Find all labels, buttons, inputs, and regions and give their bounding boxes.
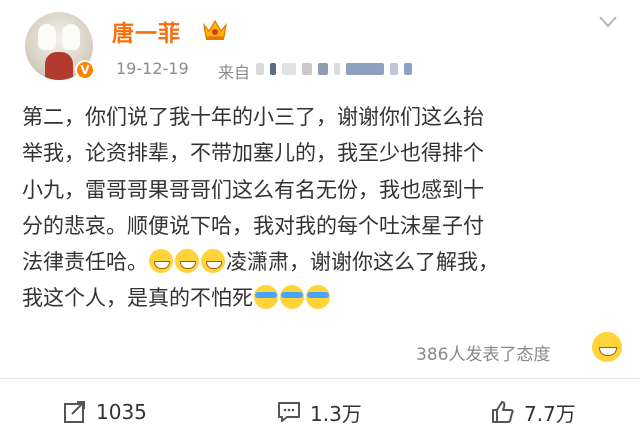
thumbs-up-icon [492, 401, 514, 423]
chevron-down-icon[interactable] [598, 14, 618, 30]
post-timestamp: 19-12-19 [116, 59, 189, 78]
post-source-label: 来自 [218, 63, 251, 82]
like-count: 7.7万 [524, 401, 576, 426]
grin-emoji-icon [175, 249, 199, 274]
username[interactable]: 唐一菲 [112, 16, 181, 48]
avatar-person [45, 52, 73, 80]
reaction-emoji-icon[interactable] [592, 332, 622, 362]
repost-count: 1035 [96, 400, 147, 424]
post-line: 凌潇肃，谢谢你这么了解我， [226, 250, 499, 275]
post-line: 我这个人，是真的不怕死 [22, 286, 253, 311]
avatar-dog [38, 24, 56, 50]
crown-icon [203, 19, 227, 40]
divider [0, 378, 640, 379]
blurred-source [256, 63, 412, 75]
grin-emoji-icon [201, 249, 225, 274]
post-line: 分的悲哀。顺便说下哈，我对我的每个吐沫星子付 [22, 213, 484, 238]
laugh-cry-emoji-icon [254, 285, 278, 310]
repost-button[interactable]: 1035 [62, 392, 147, 432]
post-line: 第二，你们说了我十年的小三了，谢谢你们这么抬 [22, 105, 484, 129]
comment-button[interactable]: 1.3万 [276, 392, 362, 432]
post-line: 举我，论资排辈，不带加塞儿的，我至少也得排个 [22, 141, 484, 166]
avatar-dog [62, 24, 80, 50]
comment-icon [278, 402, 300, 422]
post-line: 小九，雷哥哥果哥哥们这么有名无份，我也感到十 [22, 177, 484, 202]
repost-icon [64, 401, 85, 423]
comment-count: 1.3万 [310, 401, 362, 426]
laugh-cry-emoji-icon [306, 285, 330, 310]
reaction-summary[interactable]: 386人发表了态度 [416, 340, 550, 365]
like-button[interactable]: 7.7万 [490, 392, 576, 432]
post-line-with-emoji: 法律责任哈。 凌潇肃，谢谢你这么了解我， [22, 244, 622, 280]
verified-v-icon: V [75, 60, 95, 80]
grin-emoji-icon [149, 249, 173, 274]
laugh-cry-emoji-icon [280, 285, 304, 310]
post-line: 法律责任哈。 [22, 250, 148, 275]
post-line-with-emoji: 我这个人，是真的不怕死 [22, 280, 622, 316]
post-text: 第二，你们说了我十年的小三了，谢谢你们这么抬 举我，论资排辈，不带加塞儿的，我至… [22, 99, 622, 317]
